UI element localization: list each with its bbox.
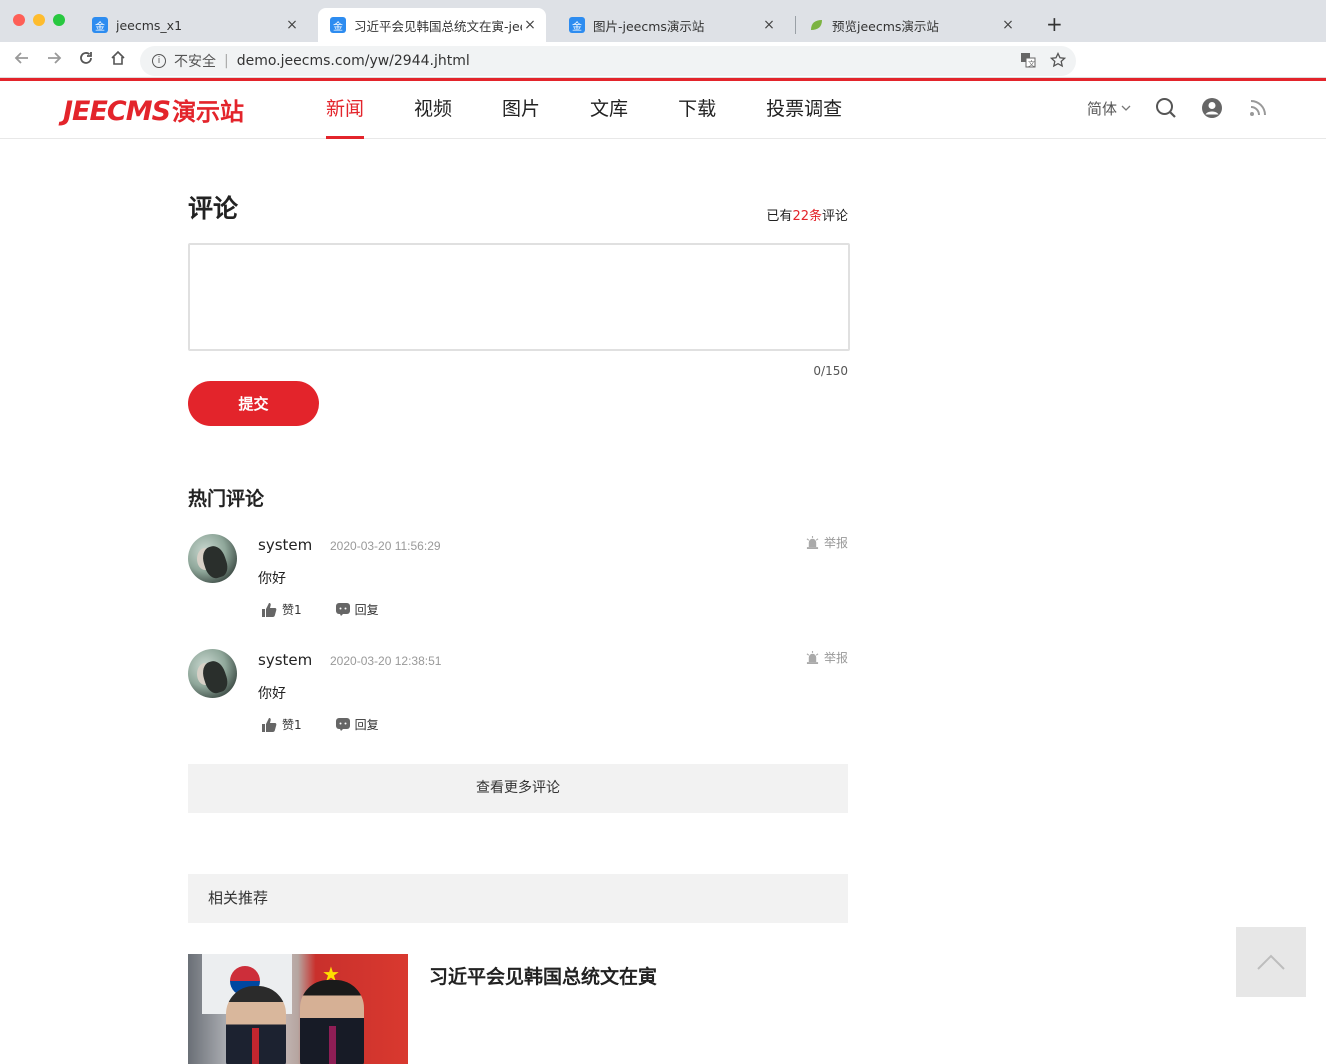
comment-bubble-icon bbox=[335, 718, 350, 731]
zoom-window-button[interactable] bbox=[53, 14, 65, 26]
nav-item-video[interactable]: 视频 bbox=[414, 81, 452, 139]
reply-button[interactable]: 回复 bbox=[335, 716, 379, 733]
alarm-icon bbox=[806, 651, 819, 664]
address-bar[interactable]: i 不安全 | demo.jeecms.com/yw/2944.jhtml 文 bbox=[140, 46, 1076, 76]
close-tab-icon[interactable]: × bbox=[522, 17, 538, 33]
browser-tab[interactable]: 预览jeecms演示站 × bbox=[796, 8, 1024, 42]
site-header: JEECMS演示站 新闻 视频 图片 文库 下载 投票调查 简体 bbox=[0, 81, 1326, 139]
comment-count: 已有22条评论 bbox=[766, 205, 848, 224]
site-logo[interactable]: JEECMS演示站 bbox=[63, 92, 244, 127]
browser-tab-active[interactable]: 金 习近平会见韩国总统文在寅-jeec × bbox=[318, 8, 546, 42]
comment-username[interactable]: system bbox=[258, 536, 312, 554]
nav-item-news[interactable]: 新闻 bbox=[326, 81, 365, 139]
tab-label: 习近平会见韩国总统文在寅-jeec bbox=[354, 18, 522, 34]
new-tab-button[interactable]: + bbox=[1046, 12, 1063, 36]
close-tab-icon[interactable]: × bbox=[284, 17, 300, 33]
search-icon[interactable] bbox=[1155, 97, 1177, 119]
reply-label: 回复 bbox=[354, 718, 379, 732]
like-label: 赞1 bbox=[282, 603, 302, 617]
comment-timestamp: 2020-03-20 12:38:51 bbox=[330, 654, 442, 668]
reply-label: 回复 bbox=[354, 603, 379, 617]
tab-label: 预览jeecms演示站 bbox=[832, 18, 939, 34]
comment-count-suffix: 评论 bbox=[821, 209, 848, 224]
forward-icon[interactable] bbox=[44, 50, 64, 71]
svg-text:文: 文 bbox=[1028, 59, 1035, 68]
related-article[interactable]: ★ 习近平会见韩国总统文在寅 bbox=[188, 954, 848, 1064]
browser-tab[interactable]: 金 图片-jeecms演示站 × bbox=[557, 8, 785, 42]
alarm-icon bbox=[806, 536, 819, 549]
back-icon[interactable] bbox=[12, 50, 32, 71]
like-button[interactable]: 赞1 bbox=[262, 716, 302, 733]
chevron-up-icon bbox=[1257, 954, 1285, 970]
avatar bbox=[188, 649, 237, 698]
comment-text: 你好 bbox=[258, 686, 286, 702]
reply-button[interactable]: 回复 bbox=[335, 601, 379, 618]
report-label: 举报 bbox=[823, 651, 848, 665]
logo-latin-text: JEECMS bbox=[63, 96, 171, 127]
thumbs-up-icon bbox=[262, 717, 277, 732]
close-window-button[interactable] bbox=[13, 14, 25, 26]
more-comments-button[interactable]: 查看更多评论 bbox=[188, 764, 848, 813]
comment-actions: 赞1 回复 bbox=[262, 716, 413, 733]
omnibox-divider: | bbox=[224, 53, 229, 69]
nav-item-download[interactable]: 下载 bbox=[678, 81, 716, 139]
user-icon[interactable] bbox=[1201, 97, 1223, 119]
submit-comment-button[interactable]: 提交 bbox=[188, 381, 319, 426]
nav-item-library[interactable]: 文库 bbox=[590, 81, 628, 139]
close-tab-icon[interactable]: × bbox=[761, 17, 777, 33]
comment-timestamp: 2020-03-20 11:56:29 bbox=[330, 539, 441, 553]
report-label: 举报 bbox=[823, 536, 848, 550]
tab-label: 图片-jeecms演示站 bbox=[593, 18, 705, 34]
url-text[interactable]: demo.jeecms.com/yw/2944.jhtml bbox=[237, 53, 470, 69]
browser-toolbar: i 不安全 | demo.jeecms.com/yw/2944.jhtml 文 … bbox=[0, 42, 1326, 111]
hot-comments-title: 热门评论 bbox=[188, 488, 265, 510]
bookmark-star-icon[interactable] bbox=[1049, 51, 1067, 72]
char-counter: 0/150 bbox=[813, 364, 848, 378]
comment-text: 你好 bbox=[258, 571, 286, 587]
rss-icon[interactable] bbox=[1247, 97, 1269, 119]
related-header: 相关推荐 bbox=[188, 874, 848, 923]
comment-actions: 赞1 回复 bbox=[262, 601, 413, 618]
comment-count-number: 22条 bbox=[792, 209, 822, 224]
reload-icon[interactable] bbox=[76, 50, 96, 71]
report-button[interactable]: 举报 bbox=[806, 649, 848, 666]
logo-cn-text: 演示站 bbox=[172, 98, 245, 126]
comment-title: 评论 bbox=[188, 194, 239, 223]
like-label: 赞1 bbox=[282, 718, 302, 732]
browser-tab-bar: 金 jeecms_x1 × 金 习近平会见韩国总统文在寅-jeec × 金 图片… bbox=[0, 0, 1326, 42]
browser-tab[interactable]: 金 jeecms_x1 × bbox=[80, 8, 308, 42]
language-label: 简体 bbox=[1087, 99, 1118, 118]
header-tools: 简体 bbox=[1087, 97, 1269, 119]
nav-item-vote[interactable]: 投票调查 bbox=[766, 81, 842, 139]
security-label: 不安全 bbox=[174, 54, 216, 70]
chevron-down-icon bbox=[1121, 103, 1131, 114]
leaf-icon bbox=[808, 17, 824, 33]
language-select[interactable]: 简体 bbox=[1087, 98, 1131, 119]
close-tab-icon[interactable]: × bbox=[1000, 17, 1016, 33]
related-article-thumbnail[interactable]: ★ bbox=[188, 954, 408, 1064]
comment-bubble-icon bbox=[335, 603, 350, 616]
comment-username[interactable]: system bbox=[258, 651, 312, 669]
comment-input[interactable] bbox=[188, 243, 850, 351]
thumbs-up-icon bbox=[262, 602, 277, 617]
comment-item: system 2020-03-20 12:38:51 举报 你好 赞1 回复 bbox=[188, 649, 848, 744]
jeecms-favicon-icon: 金 bbox=[569, 17, 585, 33]
main-nav: 新闻 视频 图片 文库 下载 投票调查 bbox=[326, 81, 892, 139]
info-icon[interactable]: i bbox=[152, 54, 166, 68]
comment-item: system 2020-03-20 11:56:29 举报 你好 赞1 回复 bbox=[188, 534, 848, 629]
minimize-window-button[interactable] bbox=[33, 14, 45, 26]
comment-count-prefix: 已有 bbox=[766, 209, 793, 224]
translate-icon[interactable]: 文 bbox=[1020, 52, 1036, 72]
jeecms-favicon-icon: 金 bbox=[330, 17, 346, 33]
back-to-top-button[interactable] bbox=[1236, 927, 1306, 997]
report-button[interactable]: 举报 bbox=[806, 534, 848, 551]
jeecms-favicon-icon: 金 bbox=[92, 17, 108, 33]
home-icon[interactable] bbox=[108, 50, 128, 71]
nav-item-images[interactable]: 图片 bbox=[502, 81, 540, 139]
like-button[interactable]: 赞1 bbox=[262, 601, 302, 618]
tab-label: jeecms_x1 bbox=[116, 17, 183, 33]
avatar bbox=[188, 534, 237, 583]
related-article-title[interactable]: 习近平会见韩国总统文在寅 bbox=[429, 962, 657, 989]
